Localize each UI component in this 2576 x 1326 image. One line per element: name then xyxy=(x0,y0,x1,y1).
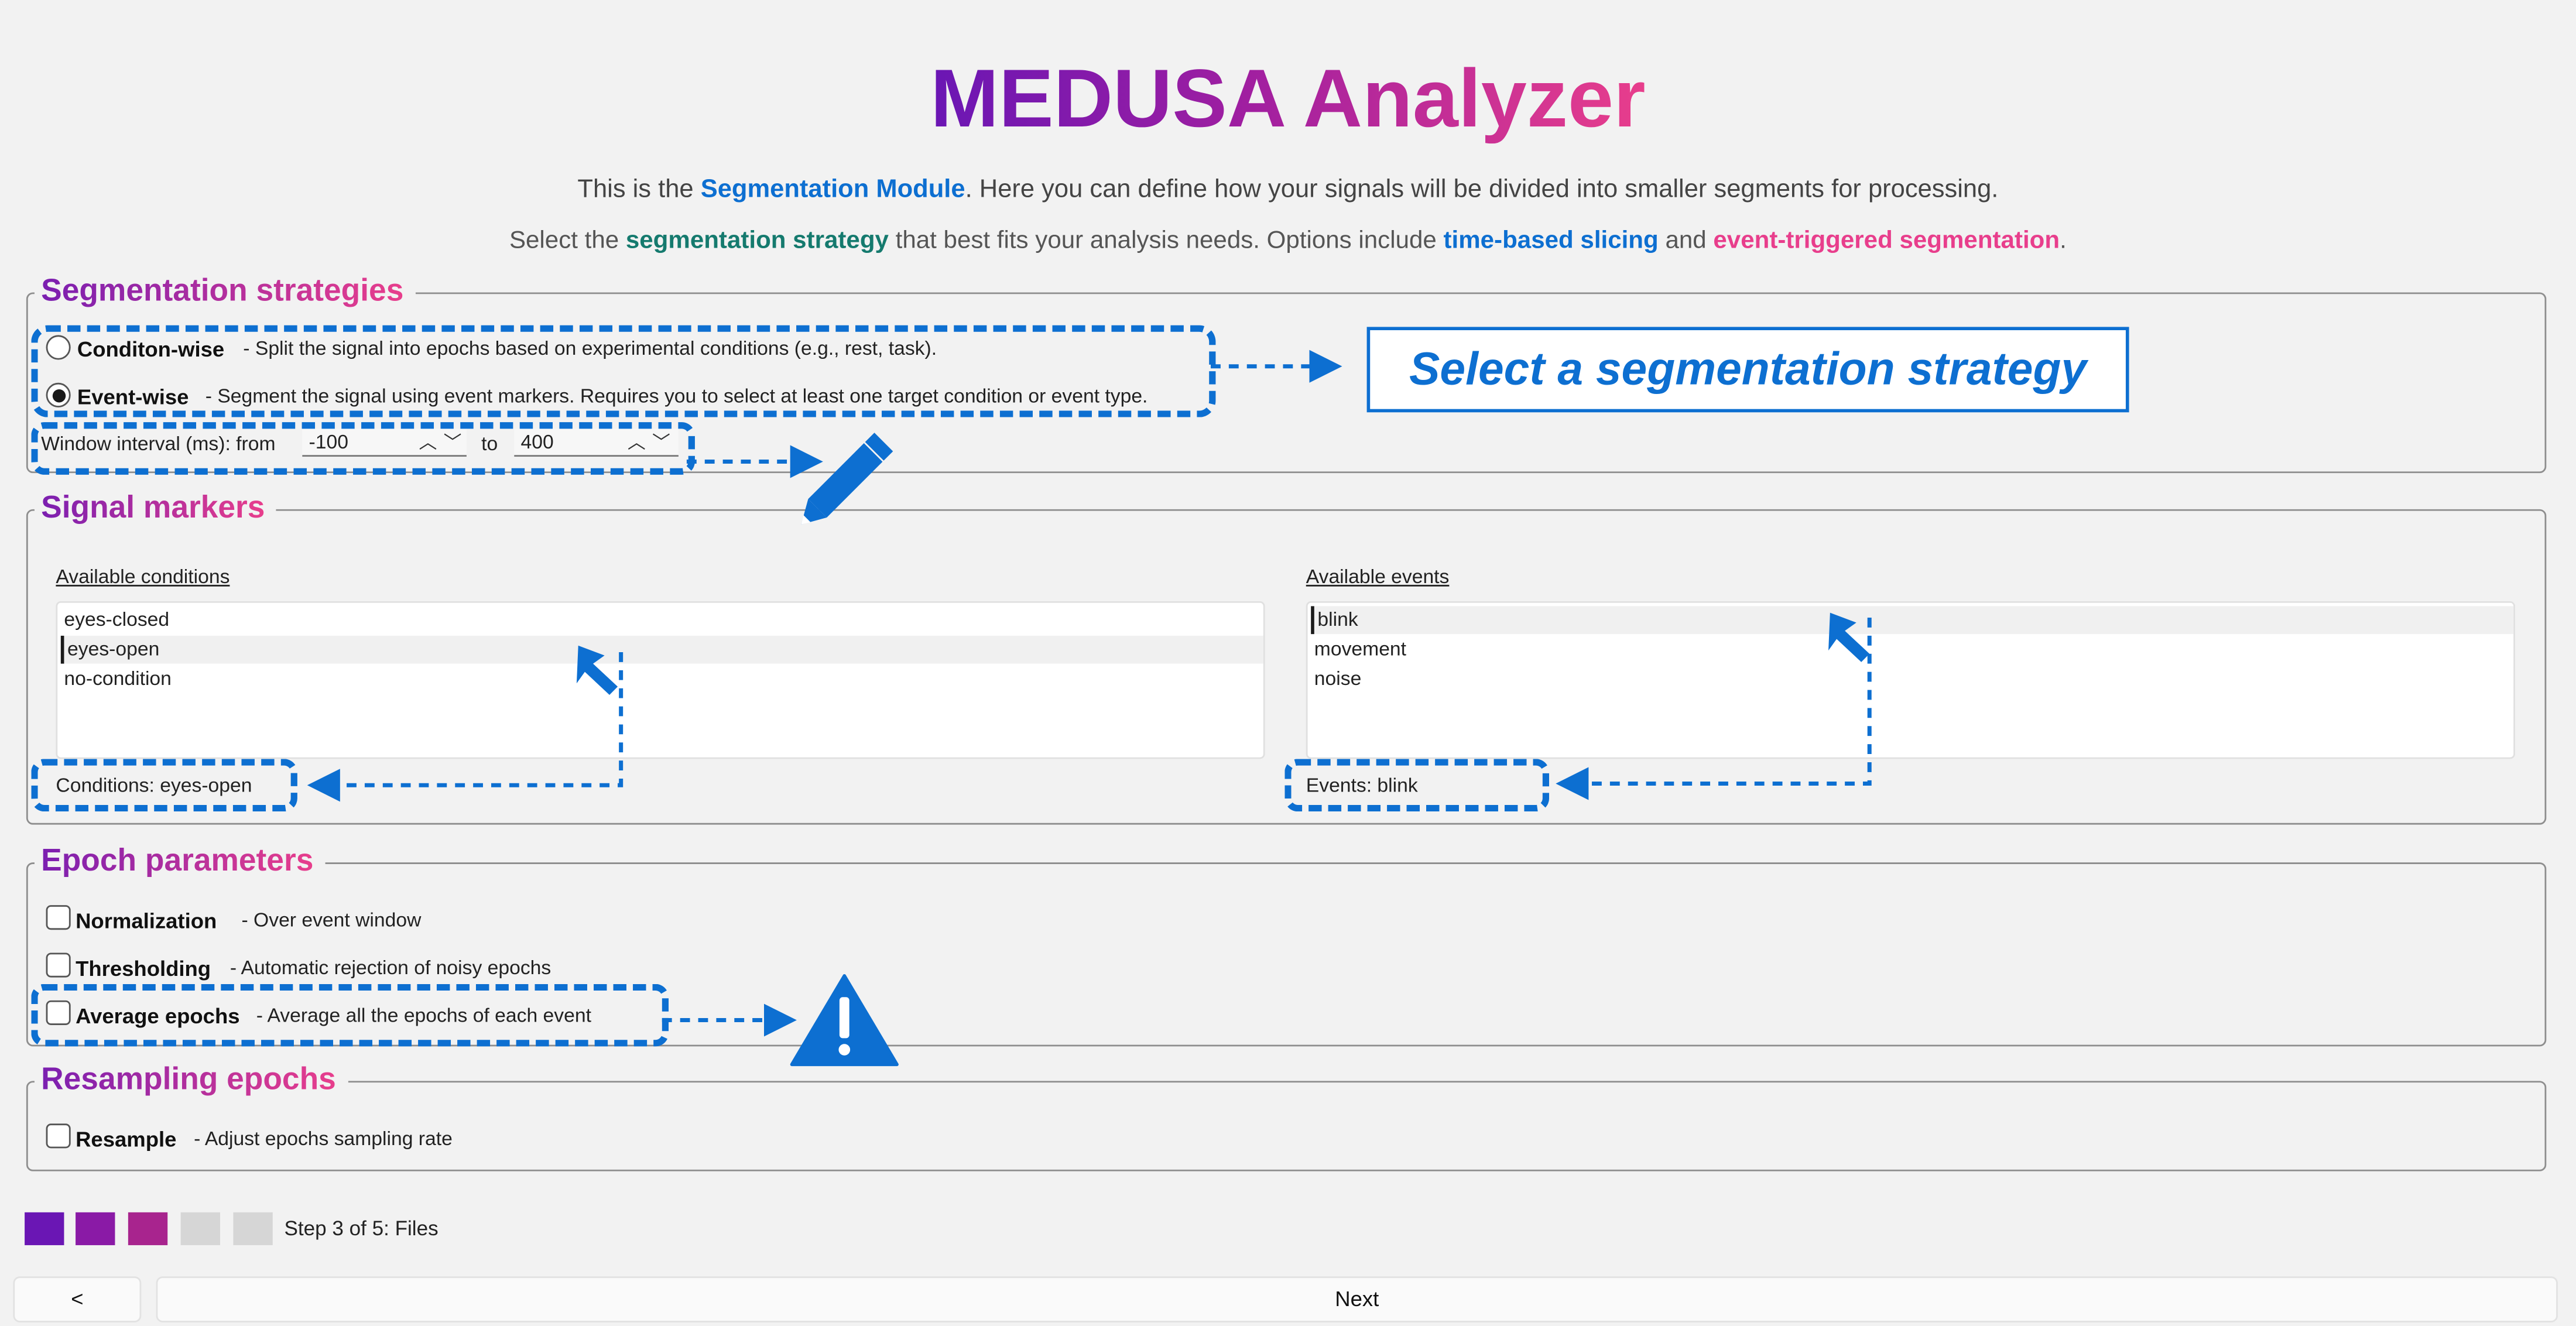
annotation-arrows xyxy=(307,350,1872,1067)
arrow-to-events-status xyxy=(1556,618,1872,800)
arrow-to-conditions-status xyxy=(307,652,624,802)
cursor-arrow-icon xyxy=(576,645,618,695)
step-indicator-4 xyxy=(180,1212,221,1245)
step-indicator-1 xyxy=(25,1212,64,1245)
step-indicator-2 xyxy=(76,1212,115,1245)
cursor-arrow-icon xyxy=(1828,612,1870,662)
pencil-icon xyxy=(801,433,893,525)
back-button[interactable]: < xyxy=(13,1276,142,1322)
step-indicator-3 xyxy=(128,1212,168,1245)
next-button[interactable]: Next xyxy=(156,1276,2558,1322)
step-indicator-5 xyxy=(233,1212,273,1245)
step-text: Step 3 of 5: Files xyxy=(284,1217,439,1241)
strategy-callout: Select a segmentation strategy xyxy=(1366,327,2129,413)
warning-icon xyxy=(790,974,899,1067)
